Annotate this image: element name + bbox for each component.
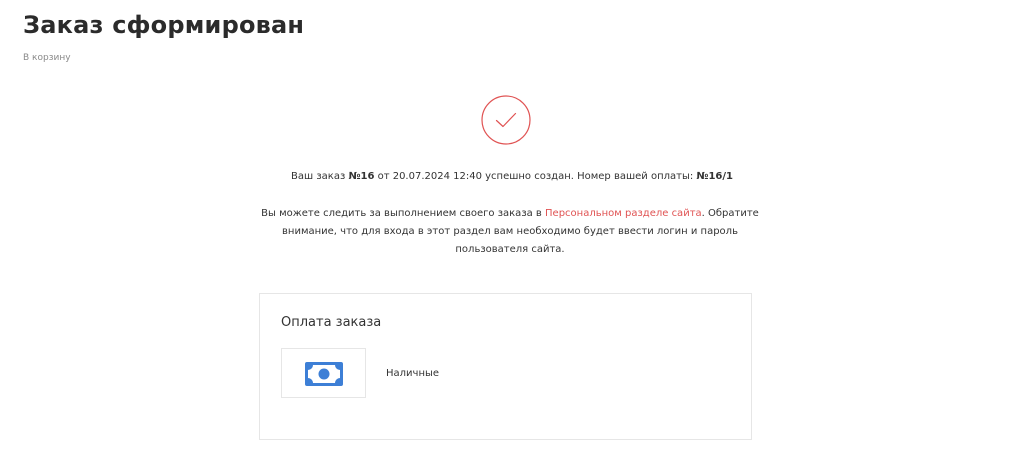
order-confirmation-page: Заказ сформирован В корзину Ваш заказ №1… [0,0,1024,461]
order-number: №16 [348,171,375,182]
info-text-before: Вы можете следить за выполнением своего … [261,208,546,219]
payment-card-title: Оплата заказа [281,315,382,330]
order-success-message: Ваш заказ №16 от 20.07.2024 12:40 успешн… [0,170,1024,184]
order-middle-text: от 20.07.2024 12:40 успешно создан. Номе… [374,171,697,182]
payment-number: №16/1 [696,171,733,182]
breadcrumb-cart-link[interactable]: В корзину [23,52,71,64]
page-title: Заказ сформирован [23,11,305,39]
order-prefix-text: Ваш заказ [291,171,349,182]
personal-section-info: Вы можете следить за выполнением своего … [250,205,770,259]
check-circle-icon [481,95,531,145]
personal-section-link[interactable]: Персональном разделе сайта [545,208,702,219]
payment-method-label: Наличные [386,368,440,379]
payment-method-option[interactable] [281,348,366,398]
payment-card: Оплата заказа Наличные [259,293,752,440]
cash-icon [305,362,343,390]
